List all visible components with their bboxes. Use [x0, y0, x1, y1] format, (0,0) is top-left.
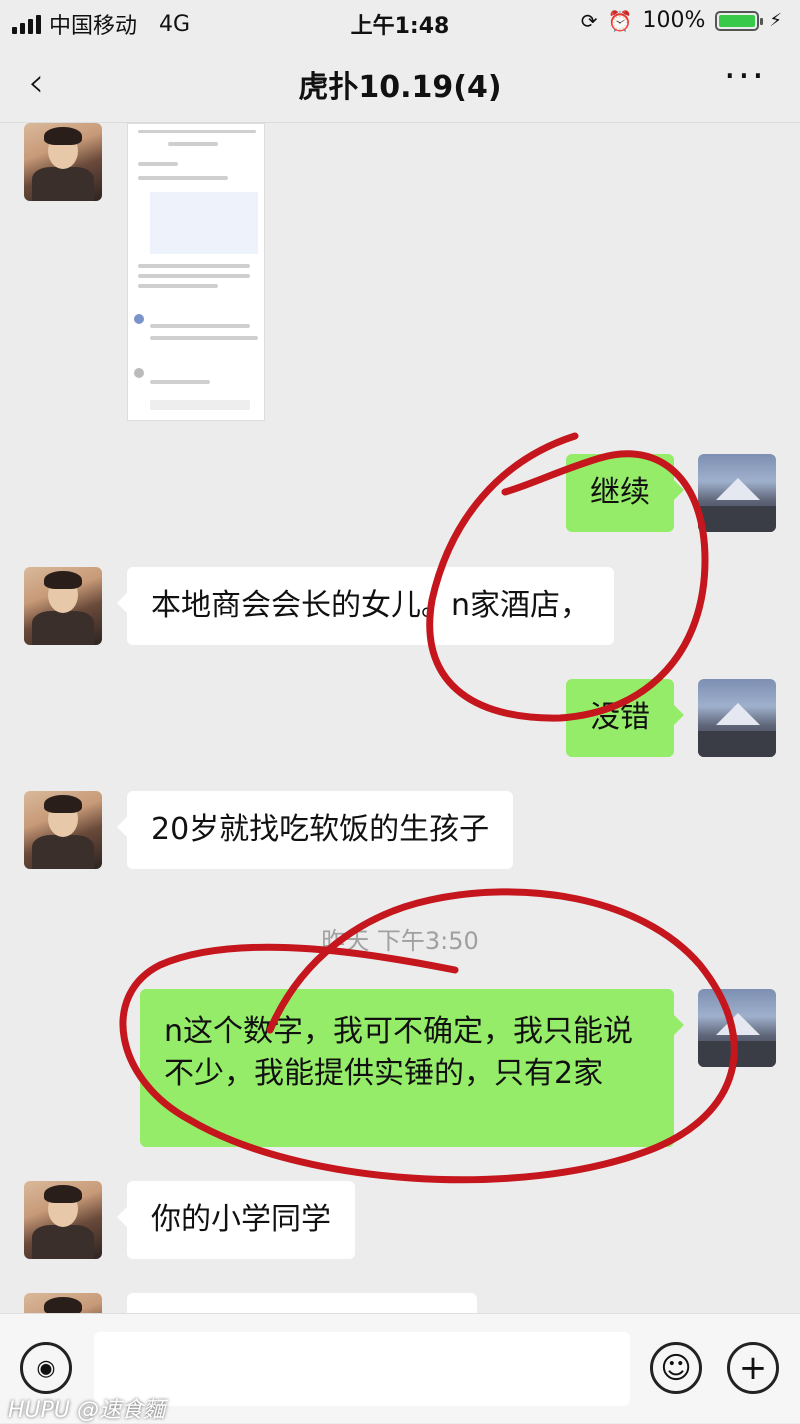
message-text: 没错 [590, 700, 650, 735]
message-text: 20岁就找吃软饭的生孩子 [151, 812, 490, 847]
message-bubble[interactable]: 继续 [566, 454, 684, 532]
watermark: HUPU @速食麵 [8, 1398, 166, 1423]
image-message[interactable] [127, 123, 265, 421]
message-bubble[interactable]: 你的小学同学 [117, 1181, 355, 1259]
message-bubble[interactable]: n这个数字，我可不确定，我只能说不少，我能提供实锤的，只有2家 [140, 989, 684, 1147]
battery-percent: 100% [642, 8, 706, 33]
avatar[interactable] [698, 679, 776, 757]
chat-title: 虎扑10.19(4) [298, 70, 502, 105]
message-bubble[interactable]: 没错 [566, 679, 684, 757]
avatar[interactable] [24, 567, 102, 645]
message-input[interactable] [94, 1332, 630, 1406]
charging-icon: ⚡ [769, 10, 782, 31]
avatar[interactable] [24, 791, 102, 869]
message-bubble[interactable]: 本地商会会长的女儿。n家酒店， [116, 567, 615, 645]
timestamp: 昨天 下午3:50 [321, 927, 479, 955]
message-bubble[interactable] [127, 1293, 477, 1313]
avatar[interactable] [24, 1293, 102, 1313]
avatar[interactable] [24, 1181, 102, 1259]
status-right: ⟳ ⏰ 100% ⚡ [581, 8, 782, 33]
lock-rotation-icon: ⟳ [580, 8, 598, 33]
avatar[interactable] [698, 989, 776, 1067]
alarm-icon: ⏰ [607, 8, 633, 33]
battery-icon [715, 10, 764, 31]
emoji-icon[interactable]: ☺ [650, 1342, 702, 1394]
avatar[interactable] [698, 454, 776, 532]
more-icon[interactable]: ··· [724, 54, 766, 98]
voice-icon[interactable]: ◉ [20, 1342, 72, 1394]
avatar[interactable] [24, 123, 102, 201]
message-text: 继续 [590, 475, 650, 510]
status-bar: 中国移动 4G 上午1:48 ⟳ ⏰ 100% ⚡ [0, 0, 800, 42]
message-text: 本地商会会长的女儿。n家酒店， [151, 588, 591, 623]
message-text: 你的小学同学 [151, 1202, 331, 1237]
message-bubble[interactable]: 20岁就找吃软饭的生孩子 [116, 791, 514, 869]
nav-bar: ‹ 虎扑10.19(4) ··· [0, 42, 800, 123]
plus-icon[interactable]: + [727, 1342, 779, 1394]
message-text: n这个数字，我可不确定，我只能说不少，我能提供实锤的，只有2家 [164, 1014, 634, 1091]
chat-area[interactable]: 继续 本地商会会长的女儿。n家酒店， 没错 20岁就找吃软饭的生孩子 昨天 下午… [0, 123, 800, 1313]
